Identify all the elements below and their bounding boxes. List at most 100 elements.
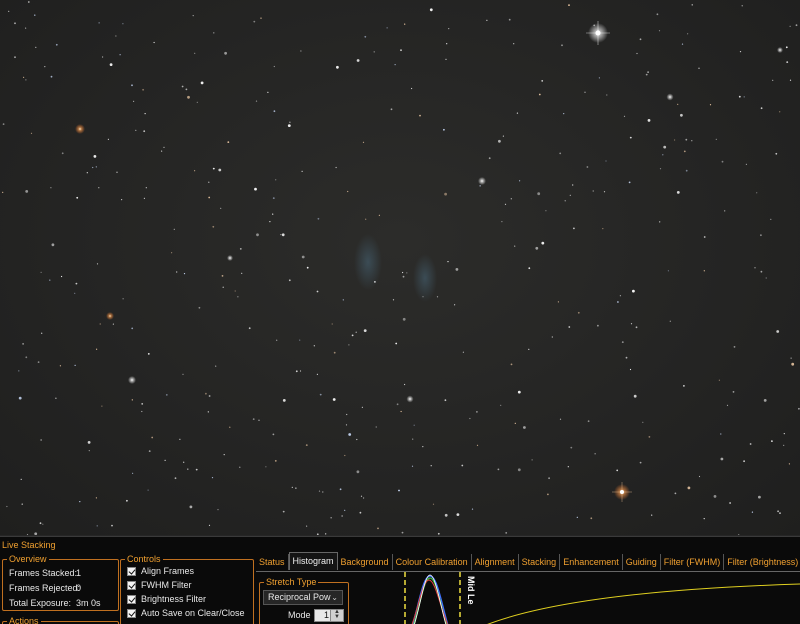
- tab-enhancement[interactable]: Enhancement: [560, 554, 623, 570]
- star: [2, 123, 5, 125]
- star: [557, 301, 560, 303]
- star: [147, 353, 150, 355]
- star: [255, 100, 258, 102]
- star: [577, 311, 580, 314]
- star: [419, 114, 421, 117]
- star: [267, 91, 269, 93]
- frames-stacked-row: Frames Stacked: 1: [9, 568, 81, 578]
- star: [729, 502, 731, 504]
- star: [295, 487, 297, 489]
- star: [645, 73, 648, 76]
- tab-bar: Status Histogram Background Colour Calib…: [256, 552, 800, 570]
- star: [514, 422, 516, 424]
- star: [348, 433, 352, 436]
- tab-colour-calibration[interactable]: Colour Calibration: [393, 554, 472, 570]
- tab-filter-brightness[interactable]: Filter (Brightness): [724, 554, 800, 570]
- align-frames-checkbox[interactable]: Align Frames: [127, 566, 194, 576]
- star: [341, 515, 343, 517]
- star: [213, 32, 215, 34]
- star: [126, 499, 128, 502]
- star: [351, 334, 354, 337]
- star: [779, 111, 781, 113]
- tab-guiding[interactable]: Guiding: [623, 554, 661, 570]
- tab-background[interactable]: Background: [338, 554, 393, 570]
- star: [272, 197, 275, 200]
- tab-alignment[interactable]: Alignment: [472, 554, 519, 570]
- stretch-curve: [487, 583, 800, 624]
- star: [738, 534, 740, 535]
- star: [548, 477, 550, 480]
- bright-star: [777, 47, 783, 53]
- star: [276, 339, 278, 341]
- star-field: [2, 1, 800, 535]
- star: [25, 190, 29, 193]
- star: [476, 411, 478, 413]
- star: [212, 225, 215, 228]
- star: [39, 522, 42, 525]
- star: [289, 121, 291, 123]
- stretch-type-select[interactable]: Reciprocal Pow ⌄: [263, 590, 343, 605]
- frames-rejected-label: Frames Rejected:: [9, 583, 81, 593]
- fwhm-filter-checkbox[interactable]: FWHM Filter: [127, 580, 192, 590]
- star: [22, 343, 24, 345]
- star: [733, 346, 736, 348]
- star: [258, 419, 260, 421]
- star: [164, 459, 166, 461]
- star: [42, 523, 44, 525]
- star: [40, 271, 42, 273]
- star: [683, 385, 685, 387]
- star: [121, 199, 123, 201]
- star: [658, 30, 661, 32]
- nebula: [354, 234, 382, 290]
- star: [59, 365, 62, 367]
- star: [375, 426, 377, 428]
- star: [274, 460, 277, 462]
- star: [681, 43, 684, 45]
- star: [523, 426, 526, 429]
- star: [402, 317, 406, 321]
- checkbox-box[interactable]: [127, 608, 136, 618]
- tab-status[interactable]: Status: [256, 554, 289, 570]
- star: [447, 261, 449, 263]
- star: [241, 272, 243, 274]
- star: [572, 184, 574, 186]
- star: [342, 299, 344, 301]
- star: [299, 370, 302, 372]
- bright-star: [666, 93, 674, 101]
- frames-stacked-label: Frames Stacked:: [9, 568, 78, 578]
- star: [633, 394, 637, 398]
- star: [361, 406, 363, 408]
- star: [720, 457, 724, 461]
- star: [685, 138, 688, 141]
- star: [345, 424, 348, 426]
- star: [98, 187, 100, 189]
- star: [501, 221, 503, 223]
- star: [373, 51, 375, 53]
- star: [590, 517, 593, 520]
- astro-image-view[interactable]: [0, 0, 800, 535]
- star: [95, 497, 97, 499]
- star: [715, 138, 717, 140]
- star: [513, 43, 515, 45]
- star: [25, 79, 27, 81]
- tab-stacking[interactable]: Stacking: [519, 554, 561, 570]
- star: [217, 509, 219, 511]
- star: [772, 79, 774, 81]
- star: [248, 327, 251, 330]
- stepper-arrows-icon[interactable]: ▲ ▼: [330, 609, 343, 621]
- star: [404, 23, 406, 25]
- checkbox-box[interactable]: [127, 594, 136, 604]
- brightness-filter-checkbox[interactable]: Brightness Filter: [127, 594, 206, 604]
- tab-filter-fwhm[interactable]: Filter (FWHM): [661, 554, 725, 570]
- star: [659, 221, 661, 223]
- checkbox-box[interactable]: [127, 566, 136, 576]
- star: [500, 404, 502, 406]
- star: [254, 187, 257, 191]
- checkbox-box[interactable]: [127, 580, 136, 590]
- star: [760, 270, 763, 273]
- histogram-plot[interactable]: Mid Le B: [350, 572, 800, 624]
- mode-stepper[interactable]: 1 ▲ ▼: [314, 609, 344, 622]
- star: [26, 534, 29, 535]
- tab-histogram[interactable]: Histogram: [288, 552, 338, 570]
- auto-save-checkbox[interactable]: Auto Save on Clear/Close: [127, 608, 245, 618]
